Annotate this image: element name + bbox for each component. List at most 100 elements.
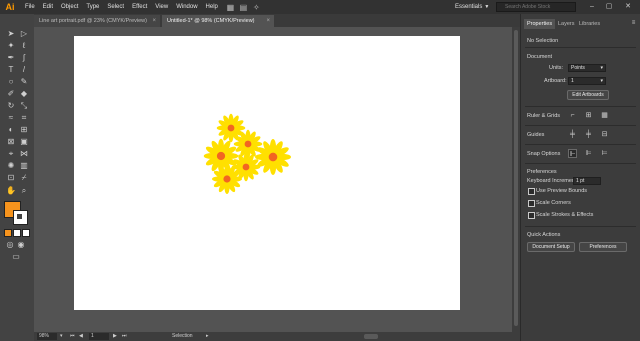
preferences-heading: Preferences — [527, 169, 557, 175]
lock-guides-icon[interactable]: ╪ — [584, 130, 593, 139]
close-window-button[interactable]: ✕ — [620, 0, 636, 14]
stroke-swatch[interactable] — [13, 210, 28, 225]
keyboard-increment-label: Keyboard Increment: — [527, 178, 579, 184]
artboard-number-field[interactable]: 1 — [89, 333, 109, 340]
gradient-tool-icon[interactable]: ▣ — [18, 137, 30, 147]
tab-layers[interactable]: Layers — [555, 19, 578, 29]
workspace-switcher[interactable]: Essentials ▼ — [455, 2, 493, 12]
line-tool-icon[interactable]: / — [18, 65, 30, 75]
properties-panel: Properties Layers Libraries ≡ No Selecti… — [520, 14, 640, 341]
shape-builder-tool-icon[interactable]: ◐ — [5, 125, 17, 135]
smart-guides-icon[interactable]: ⊟ — [600, 130, 609, 139]
rulers-icon[interactable]: ⌐ — [568, 111, 577, 120]
gradient-mode-button[interactable] — [13, 229, 21, 237]
previous-artboard-icon[interactable]: ◀ — [79, 332, 83, 341]
panel-menu-icon[interactable]: ≡ — [629, 19, 638, 28]
artboard-tool-icon[interactable]: ⊡ — [5, 173, 17, 183]
tab-untitled-1[interactable]: Untitled-1* @ 98% (CMYK/Preview) × — [162, 15, 274, 27]
snap-to-pixel-icon[interactable]: ⊨ — [600, 149, 609, 158]
arrange-documents-icon[interactable]: ▤ — [239, 3, 248, 12]
free-transform-tool-icon[interactable]: ⌗ — [18, 113, 30, 123]
menu-object[interactable]: Object — [57, 0, 82, 14]
artboard-number: 1 — [91, 333, 94, 339]
screen-mode-icon[interactable]: ▭ — [10, 252, 22, 262]
first-artboard-icon[interactable]: ⏮ — [70, 332, 75, 341]
show-guides-icon[interactable]: ╪ — [568, 130, 577, 139]
snap-to-point-icon[interactable]: ⊩ — [568, 149, 577, 158]
none-mode-button[interactable] — [22, 229, 30, 237]
menu-effect[interactable]: Effect — [128, 0, 151, 14]
eyedropper-tool-icon[interactable]: ⌖ — [5, 149, 17, 159]
lasso-tool-icon[interactable]: ℓ — [18, 41, 30, 51]
workspace-label: Essentials — [455, 4, 483, 10]
blend-tool-icon[interactable]: ⋈ — [18, 149, 30, 159]
curvature-tool-icon[interactable]: ∫ — [18, 53, 30, 63]
scale-strokes-checkbox[interactable] — [528, 212, 535, 219]
scrollbar-thumb[interactable] — [514, 30, 518, 326]
perspective-grid-tool-icon[interactable]: ⊞ — [18, 125, 30, 135]
tab-line-art-portrait[interactable]: Line art portrait.pdf @ 23% (CMYK/Previe… — [34, 15, 160, 27]
gpu-preview-icon[interactable]: ✧ — [252, 3, 261, 12]
flower-artwork[interactable] — [74, 36, 460, 310]
last-artboard-icon[interactable]: ⏭ — [122, 332, 127, 341]
rotate-tool-icon[interactable]: ↻ — [5, 101, 17, 111]
edit-artboards-button[interactable]: Edit Artboards — [567, 90, 609, 100]
close-icon[interactable]: × — [266, 15, 270, 27]
scale-tool-icon[interactable]: ⤡ — [18, 101, 30, 111]
symbol-sprayer-tool-icon[interactable]: ✺ — [5, 161, 17, 171]
color-mode-button[interactable] — [4, 229, 12, 237]
transparency-grid-icon[interactable]: ▦ — [600, 111, 609, 120]
snap-to-grid-icon[interactable]: ⊫ — [584, 149, 593, 158]
paintbrush-tool-icon[interactable]: ✎ — [18, 77, 30, 87]
document-heading: Document — [527, 54, 553, 60]
units-dropdown[interactable]: Points ▾ — [568, 64, 606, 72]
magic-wand-tool-icon[interactable]: ✦ — [5, 41, 17, 51]
tab-libraries[interactable]: Libraries — [576, 19, 603, 29]
menu-window[interactable]: Window — [172, 0, 201, 14]
menu-help[interactable]: Help — [202, 0, 222, 14]
use-preview-bounds-label: Use Preview Bounds — [536, 188, 588, 194]
guides-heading: Guides — [527, 132, 545, 138]
use-preview-bounds-checkbox[interactable] — [528, 188, 535, 195]
tab-properties[interactable]: Properties — [524, 19, 556, 29]
bridge-icon[interactable]: ▦ — [226, 3, 235, 12]
units-value: Points — [571, 65, 585, 71]
keyboard-increment-field[interactable]: 1 pt — [573, 177, 601, 185]
direct-selection-tool-icon[interactable]: ▷ — [18, 29, 30, 39]
pen-tool-icon[interactable]: ✒ — [5, 53, 17, 63]
snap-options-heading: Snap Options — [527, 151, 561, 157]
artboard-dropdown[interactable]: 1 ▾ — [568, 77, 606, 85]
artboard[interactable] — [74, 36, 460, 310]
slice-tool-icon[interactable]: ⌿ — [18, 173, 30, 183]
chevron-right-icon[interactable]: ▸ — [206, 332, 209, 341]
scale-corners-checkbox[interactable] — [528, 200, 535, 207]
eraser-tool-icon[interactable]: ◆ — [18, 89, 30, 99]
divider — [525, 163, 636, 164]
column-graph-tool-icon[interactable]: ▥ — [18, 161, 30, 171]
zoom-field[interactable]: 98% — [37, 333, 57, 340]
zoom-tool-icon[interactable]: ⌕ — [18, 186, 30, 196]
selection-tool-icon[interactable]: ➤ — [5, 29, 17, 39]
draw-inside-icon[interactable]: ◉ — [15, 240, 27, 250]
close-icon[interactable]: × — [152, 15, 156, 27]
search-input[interactable] — [496, 2, 576, 12]
menu-edit[interactable]: Edit — [39, 0, 57, 14]
preferences-button[interactable]: Preferences — [579, 242, 627, 252]
next-artboard-icon[interactable]: ▶ — [113, 332, 117, 341]
document-setup-button[interactable]: Document Setup — [527, 242, 575, 252]
hand-tool-icon[interactable]: ✋ — [5, 186, 17, 196]
menu-view[interactable]: View — [151, 0, 172, 14]
shaper-tool-icon[interactable]: ✐ — [5, 89, 17, 99]
chevron-down-icon[interactable]: ▾ — [60, 332, 63, 341]
mesh-tool-icon[interactable]: ⊠ — [5, 137, 17, 147]
menu-file[interactable]: File — [21, 0, 39, 14]
menu-type[interactable]: Type — [82, 0, 103, 14]
width-tool-icon[interactable]: ≈ — [5, 113, 17, 123]
grid-icon[interactable]: ⊞ — [584, 111, 593, 120]
minimize-button[interactable]: – — [584, 0, 600, 14]
ellipse-tool-icon[interactable]: ○ — [5, 77, 17, 87]
type-tool-icon[interactable]: T — [5, 65, 17, 75]
horizontal-scrollbar-thumb[interactable] — [364, 334, 378, 339]
maximize-button[interactable]: ▢ — [601, 0, 617, 14]
menu-select[interactable]: Select — [103, 0, 128, 14]
